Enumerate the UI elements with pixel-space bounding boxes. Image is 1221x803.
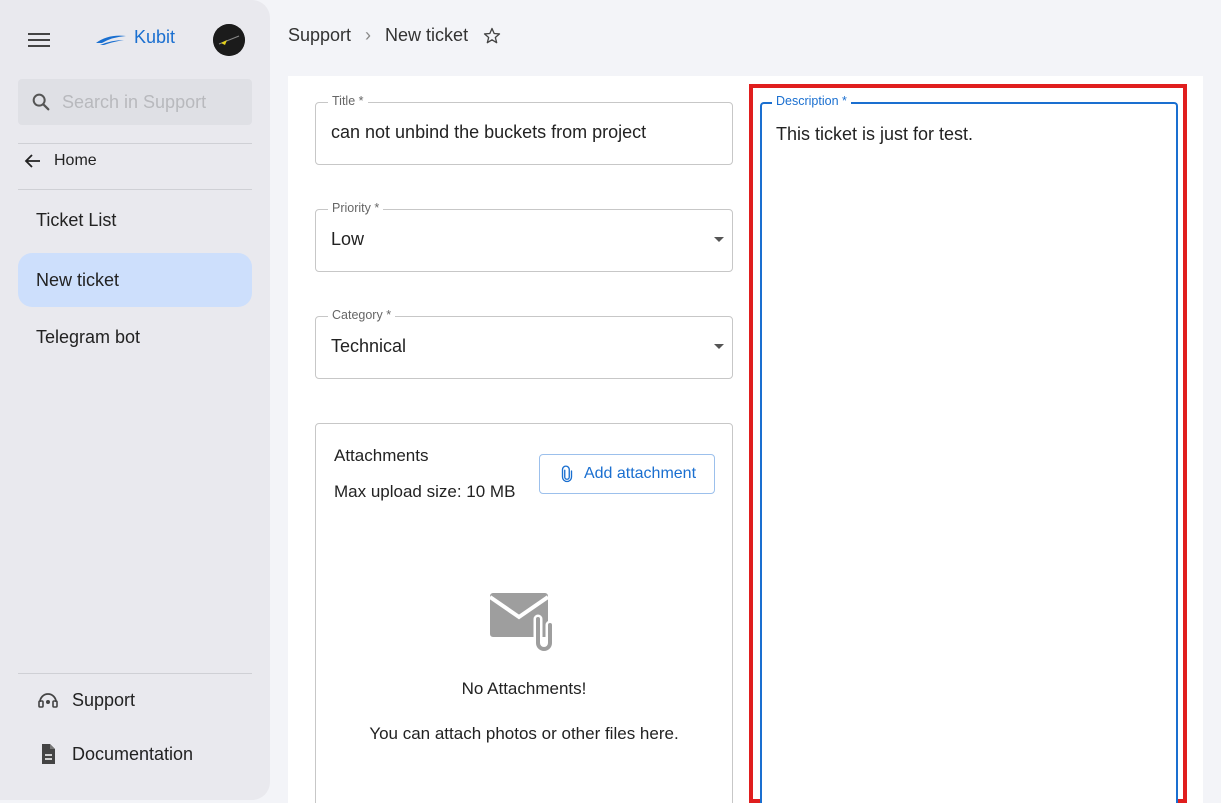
- menu-icon[interactable]: [28, 30, 52, 50]
- home-label: Home: [54, 152, 97, 169]
- star-icon[interactable]: [482, 26, 502, 46]
- kubit-logo-icon: [96, 35, 126, 45]
- breadcrumb-current: New ticket: [385, 25, 469, 45]
- chevron-right-icon: ›: [365, 25, 372, 45]
- search-icon: [32, 93, 50, 111]
- attachments-panel: Attachments Max upload size: 10 MB Add a…: [315, 423, 733, 803]
- description-field[interactable]: Description * This ticket is just for te…: [760, 94, 1178, 803]
- sidebar-item-label: Telegram bot: [36, 326, 141, 347]
- divider: [18, 189, 252, 190]
- document-icon: [42, 744, 55, 764]
- title-label: Title *: [328, 94, 368, 108]
- priority-label: Priority *: [328, 201, 384, 215]
- add-attachment-button[interactable]: Add attachment: [539, 454, 715, 494]
- sidebar-item-new-ticket[interactable]: New ticket: [18, 253, 252, 307]
- title-field[interactable]: Title * can not unbind the buckets from …: [315, 94, 733, 165]
- sidebar-item-telegram-bot[interactable]: Telegram bot: [18, 310, 252, 364]
- category-value: Technical: [331, 336, 407, 356]
- paperclip-icon: [561, 465, 573, 483]
- mail-attachment-icon: [488, 593, 555, 654]
- breadcrumb-support[interactable]: Support: [288, 25, 351, 46]
- sidebar-item-label: New ticket: [36, 269, 120, 290]
- sidebar-item-label: Support: [72, 689, 136, 710]
- empty-attachments-subtitle: You can attach photos or other files her…: [369, 724, 679, 743]
- title-value[interactable]: can not unbind the buckets from project: [331, 122, 646, 143]
- category-label: Category *: [328, 308, 396, 322]
- priority-select[interactable]: Priority * Low: [315, 201, 733, 272]
- search-input[interactable]: [62, 91, 232, 113]
- sidebar: Kubit Home Ticket List New ticket Telegr…: [0, 0, 270, 800]
- divider: [18, 143, 252, 144]
- breadcrumb: Support › New ticket: [288, 25, 502, 46]
- attachments-heading: Attachments: [334, 446, 429, 465]
- priority-value: Low: [331, 229, 365, 249]
- sidebar-item-documentation[interactable]: Documentation: [36, 742, 193, 766]
- sidebar-item-label: Documentation: [72, 743, 194, 764]
- sidebar-item-label: Ticket List: [36, 209, 117, 230]
- description-label: Description *: [772, 94, 851, 108]
- arrow-left-icon: [24, 154, 40, 168]
- divider: [18, 673, 252, 674]
- description-textarea[interactable]: This ticket is just for test.: [776, 124, 1166, 784]
- search-box[interactable]: [18, 79, 252, 125]
- dropdown-caret-icon[interactable]: [714, 344, 724, 349]
- add-attachment-label: Add attachment: [583, 465, 697, 482]
- avatar[interactable]: [213, 24, 245, 56]
- empty-attachments-title: No Attachments!: [461, 679, 587, 698]
- home-link[interactable]: Home: [24, 152, 97, 170]
- support-agent-icon: [38, 693, 58, 708]
- sidebar-item-ticket-list[interactable]: Ticket List: [18, 193, 252, 247]
- app-name: Kubit: [134, 27, 176, 47]
- dropdown-caret-icon[interactable]: [714, 237, 724, 242]
- category-select[interactable]: Category * Technical: [315, 308, 733, 379]
- app-logo[interactable]: Kubit: [94, 27, 175, 48]
- max-upload-size: Max upload size: 10 MB: [334, 482, 516, 501]
- sidebar-item-support[interactable]: Support: [36, 688, 135, 712]
